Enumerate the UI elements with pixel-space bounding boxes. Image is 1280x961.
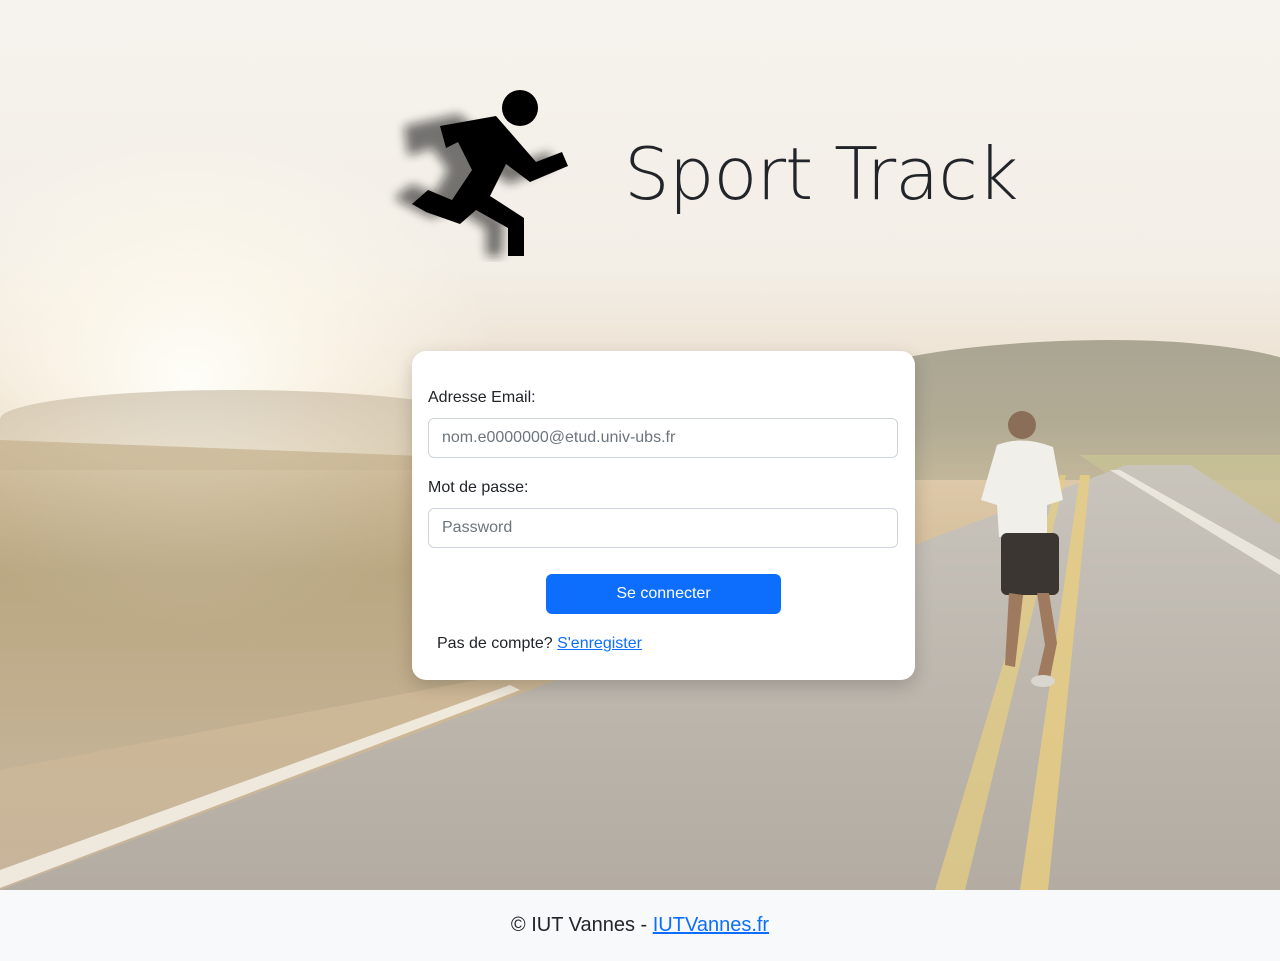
brand-header: Sport Track — [378, 86, 1019, 262]
footer-link[interactable]: IUTVannes.fr — [653, 914, 769, 937]
signup-link[interactable]: S'enregister — [557, 635, 642, 652]
footer: © IUT Vannes - IUTVannes.fr — [0, 890, 1280, 961]
background-runner — [981, 411, 1063, 687]
email-group: Adresse Email: — [428, 389, 899, 458]
signup-prompt: Pas de compte? — [437, 635, 553, 652]
login-card: Adresse Email: Mot de passe: Se connecte… — [412, 351, 915, 680]
app-title: Sport Track — [624, 132, 1019, 216]
email-field[interactable] — [428, 418, 898, 458]
email-label: Adresse Email: — [428, 389, 536, 406]
password-field[interactable] — [428, 508, 898, 548]
running-man-icon — [394, 90, 568, 256]
password-label: Mot de passe: — [428, 479, 529, 496]
signup-row: Pas de compte? S'enregister — [437, 635, 899, 653]
login-button[interactable]: Se connecter — [546, 574, 781, 614]
footer-copyright: © IUT Vannes - — [510, 914, 648, 936]
password-group: Mot de passe: — [428, 479, 899, 548]
